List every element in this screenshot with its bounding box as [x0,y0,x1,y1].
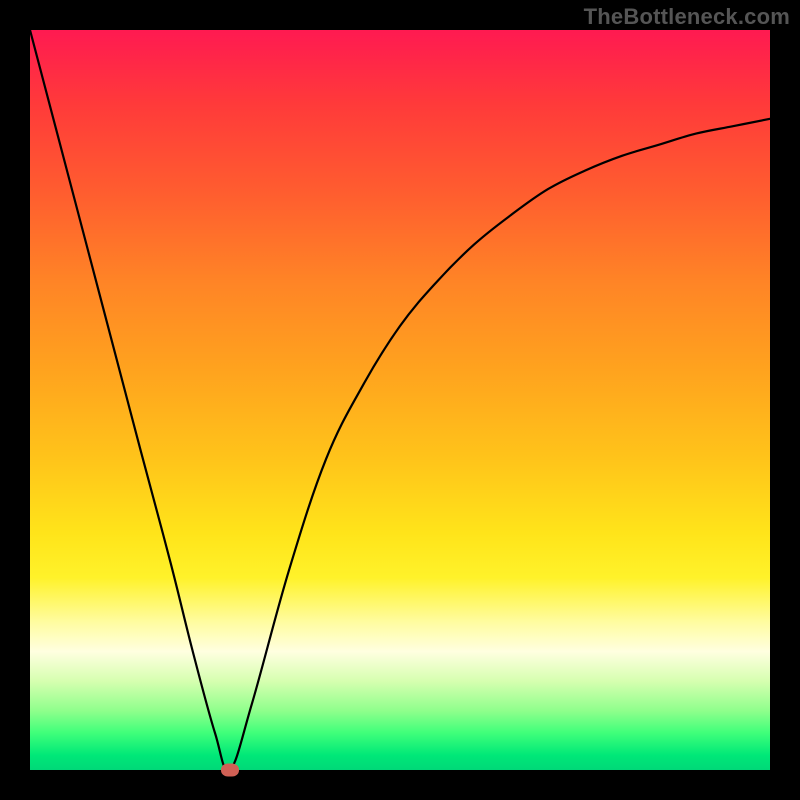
watermark-text: TheBottleneck.com [584,4,790,30]
optimal-point-marker [221,764,239,777]
plot-area [30,30,770,770]
chart-container: TheBottleneck.com [0,0,800,800]
bottleneck-curve [30,30,770,770]
